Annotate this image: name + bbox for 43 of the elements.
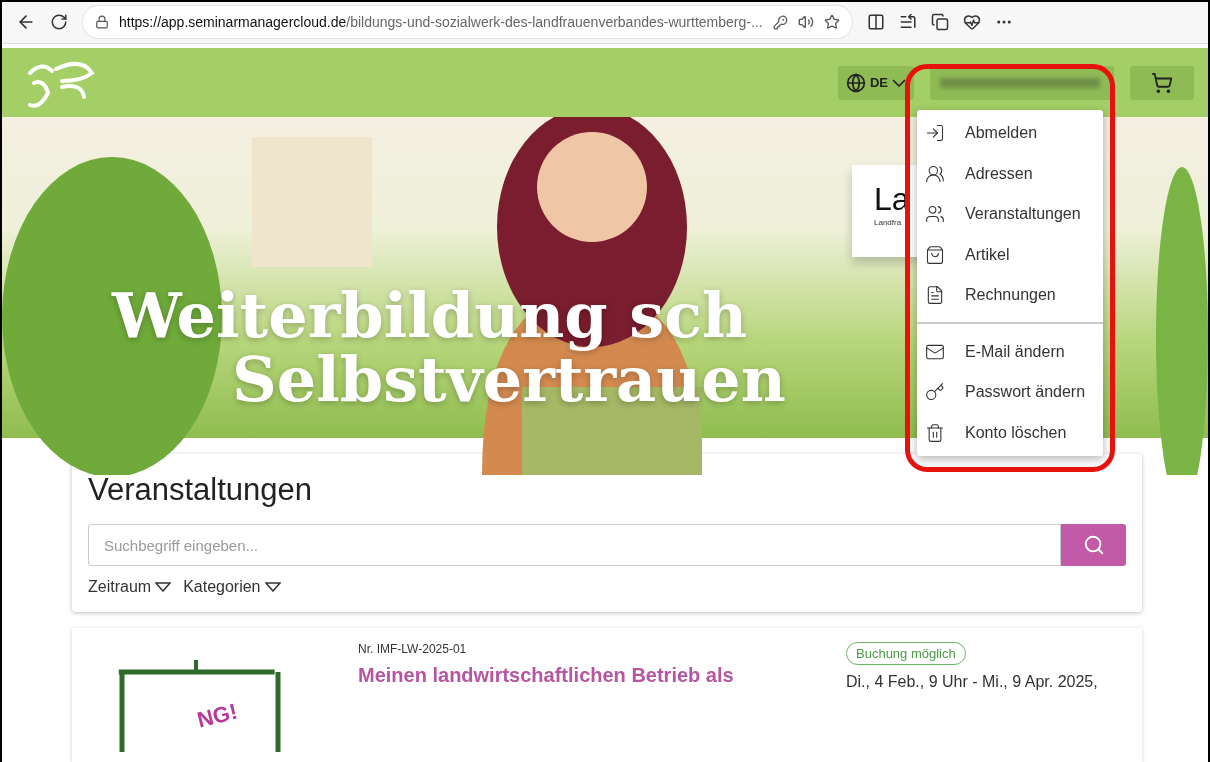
sign-subtitle: Landfra — [874, 218, 903, 228]
key-icon[interactable] — [772, 14, 788, 30]
filter-dropdown[interactable]: Zeitraum — [88, 578, 172, 596]
event-date: Di., 4 Feb., 9 Uhr - Mi., 9 Apr. 2025, — [846, 673, 1098, 691]
menu-item[interactable]: Veranstaltungen — [917, 194, 1103, 235]
star-icon[interactable] — [823, 14, 840, 31]
collections-icon[interactable] — [930, 13, 949, 32]
url-text: https://app.seminarmanagercloud.de/bildungs-und-sozialwerk-des-landfrauenverbandes-wurttemberg-... — [119, 14, 763, 31]
health-icon[interactable] — [962, 13, 981, 32]
key-icon — [925, 382, 945, 403]
bag-icon — [925, 244, 945, 265]
events-title: Veranstaltungen — [88, 472, 314, 508]
menu-item[interactable]: Abmelden — [917, 113, 1103, 154]
document-icon — [925, 285, 945, 306]
triangle-down-icon — [155, 582, 172, 592]
menu-item[interactable]: Adressen — [917, 153, 1103, 194]
reload-icon[interactable] — [50, 13, 68, 32]
menu-item[interactable]: Konto löschen — [917, 412, 1103, 453]
filter-dropdown[interactable]: Kategorien — [183, 578, 281, 596]
cart-icon — [1151, 71, 1173, 94]
globe-icon — [845, 72, 866, 93]
logout-icon — [925, 123, 945, 144]
notice-board-drawing: NG! — [88, 642, 288, 752]
people-icon — [925, 204, 945, 225]
cart-button[interactable] — [1130, 65, 1194, 100]
event-title-link[interactable]: Meinen landwirtschaftlichen Betrieb als — [358, 664, 734, 687]
menu-item[interactable]: Passwort ändern — [917, 372, 1103, 413]
menu-item[interactable]: E-Mail ändern — [917, 331, 1103, 372]
read-aloud-icon[interactable] — [797, 14, 814, 31]
chevron-down-icon — [892, 78, 906, 87]
triangle-down-icon — [264, 582, 281, 592]
menu-item[interactable]: Rechnungen — [917, 275, 1103, 316]
people-icon — [925, 163, 945, 184]
search-field[interactable]: Suchbegriff eingeben... — [88, 524, 1061, 566]
language-button[interactable]: DE — [837, 65, 914, 100]
search-icon — [1082, 534, 1105, 556]
trash-icon — [925, 422, 945, 443]
address-bar[interactable]: https://app.seminarmanagercloud.de/bildungs-und-sozialwerk-des-landfrauenverbandes-wurttemberg-... — [82, 5, 853, 40]
menu-item[interactable]: Artikel — [917, 234, 1103, 275]
event-number: Nr. IMF-LW-2025-01 — [358, 642, 467, 656]
search-button[interactable] — [1061, 524, 1126, 566]
lock-icon — [95, 15, 109, 30]
split-view-icon[interactable] — [866, 13, 885, 32]
